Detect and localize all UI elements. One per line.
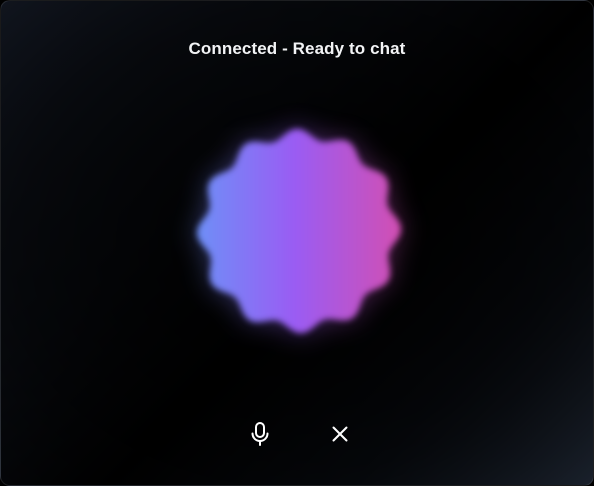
call-controls <box>1 419 593 449</box>
microphone-button[interactable] <box>245 419 275 449</box>
connection-status: Connected - Ready to chat <box>188 39 406 58</box>
close-icon <box>332 426 348 442</box>
voice-chat-window: Connected - Ready to chat <box>0 0 594 486</box>
end-call-button[interactable] <box>325 419 355 449</box>
microphone-icon <box>251 422 269 446</box>
voice-orb-shape <box>197 129 401 333</box>
voice-orb <box>193 125 405 337</box>
